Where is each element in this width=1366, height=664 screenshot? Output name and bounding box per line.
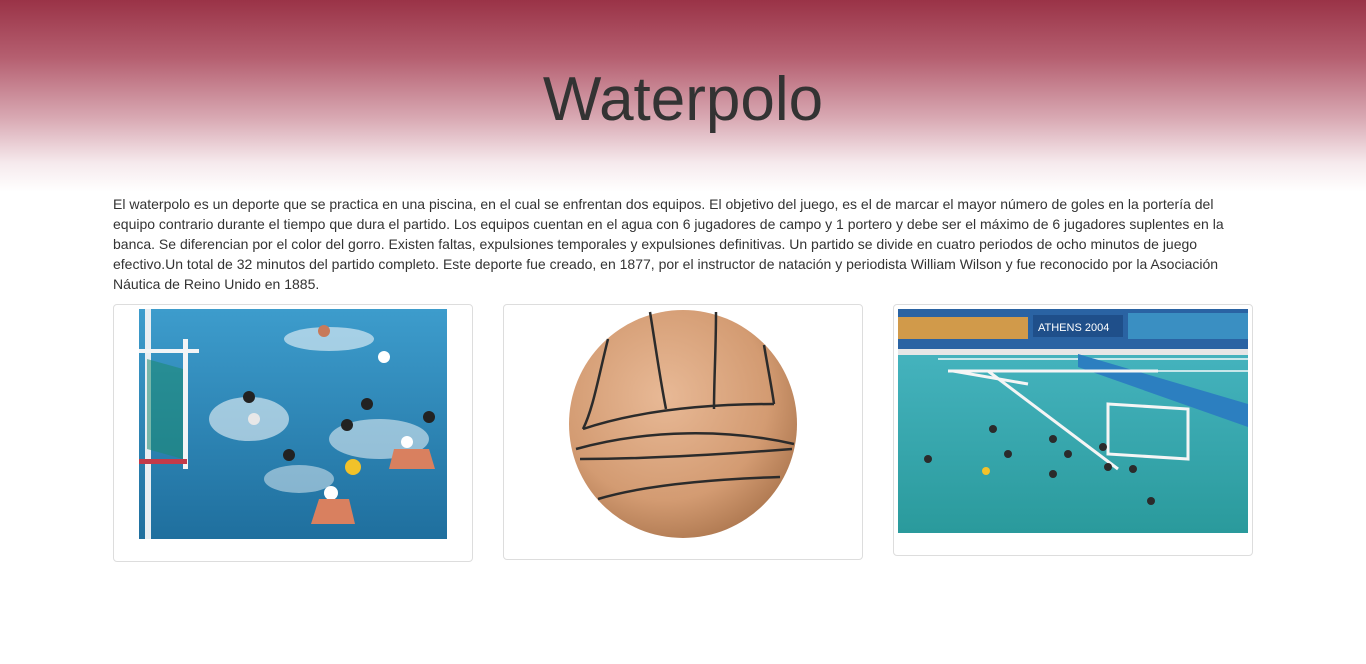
athens-2004-banner: ATHENS 2004 bbox=[1038, 322, 1109, 334]
waterpolo-players-photo bbox=[139, 309, 447, 539]
gallery-card-players bbox=[113, 304, 473, 562]
intro-paragraph: El waterpolo es un deporte que se practi… bbox=[113, 196, 1224, 292]
page-title: Waterpolo bbox=[542, 65, 824, 134]
gallery-card-pool: ATHENS 2004 bbox=[893, 304, 1253, 556]
gallery-card-ball bbox=[503, 304, 863, 560]
page-header: Waterpolo bbox=[0, 0, 1366, 192]
waterpolo-pool-photo: ATHENS 2004 bbox=[898, 309, 1248, 533]
waterpolo-ball-photo bbox=[568, 309, 798, 539]
